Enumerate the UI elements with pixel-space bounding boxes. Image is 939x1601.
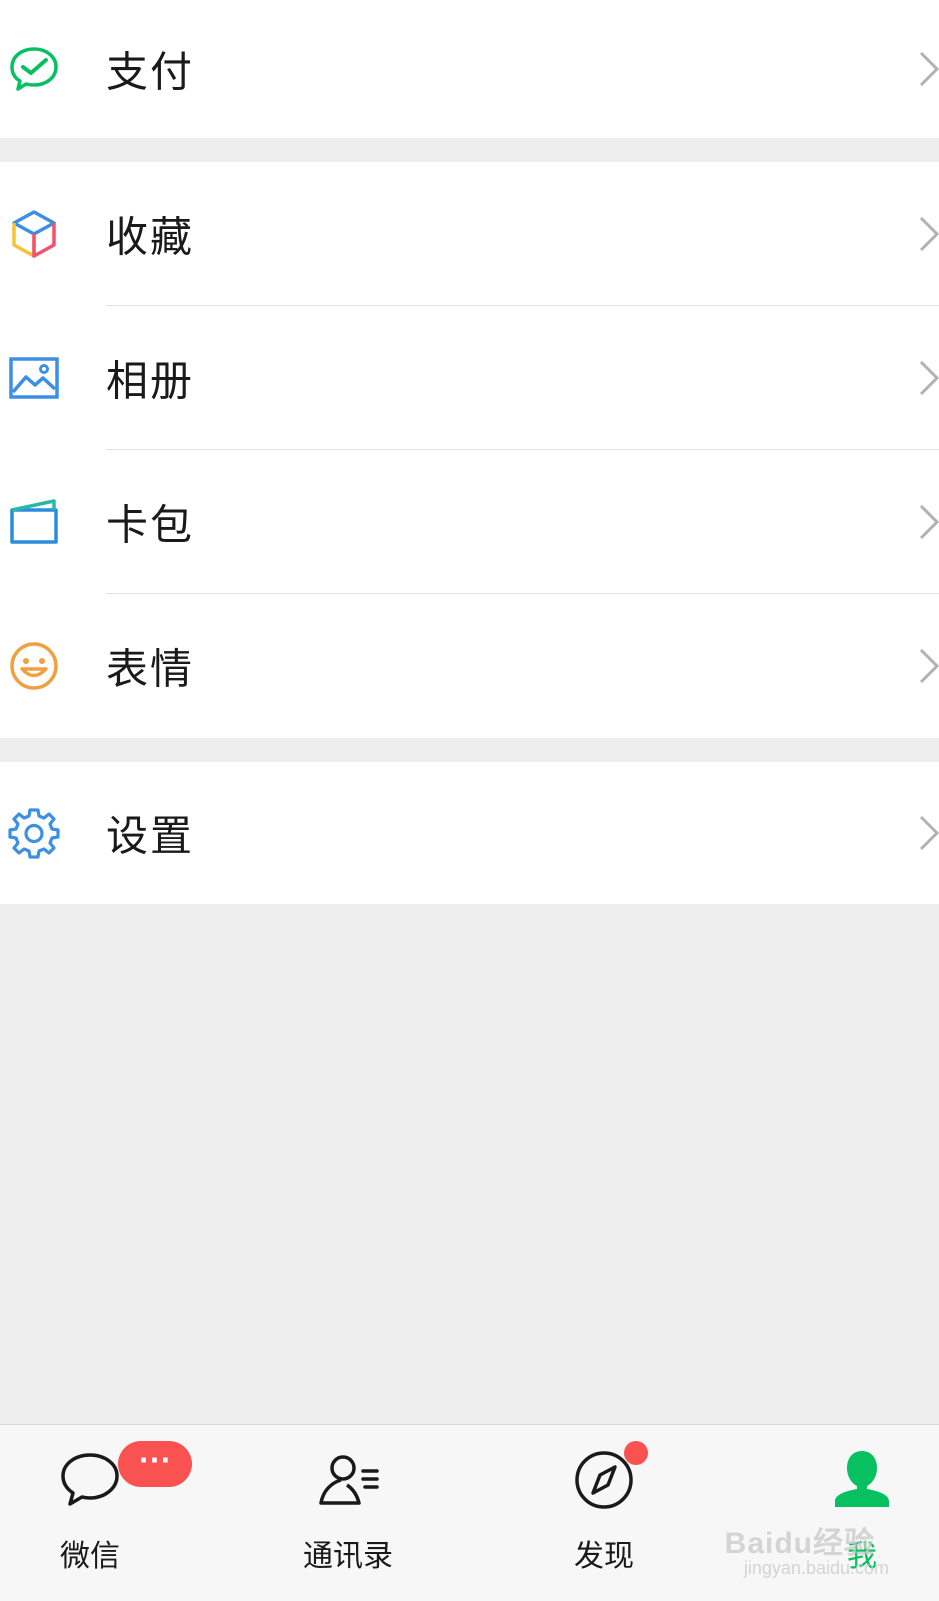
menu-item-label: 支付 [106,47,195,97]
tab-discover[interactable]: 发现 [524,1425,684,1601]
unread-badge: ··· [118,1441,192,1487]
menu-item-pay[interactable]: 支付 [0,0,939,138]
chevron-right-icon [915,813,939,853]
tab-label: 微信 [60,1539,120,1574]
menu-item-stickers[interactable]: 表情 [0,594,939,738]
card-wallet-icon [8,496,60,548]
smiley-face-icon [8,640,60,692]
album-picture-icon [8,352,60,404]
menu-item-album[interactable]: 相册 [0,306,939,450]
chevron-right-icon [915,358,939,398]
menu-group-pay: 支付 [0,0,939,138]
menu-item-card-wallet[interactable]: 卡包 [0,450,939,594]
chat-bubble-icon [55,1445,125,1515]
watermark-url: jingyan.baidu.com [743,1558,889,1578]
wechat-pay-icon [8,43,60,95]
menu-group-main: 收藏 相册 卡包 表情 [0,162,939,738]
me-page: 支付 收藏 相册 卡包 表情 设置 微信 ··· 通讯录 发现 我 Baidu经… [0,0,939,1601]
tab-chats[interactable]: 微信 ··· [10,1425,192,1601]
contacts-icon [313,1445,383,1515]
menu-item-label: 收藏 [106,212,195,262]
chevron-right-icon [915,49,939,89]
favorites-cube-icon [8,208,60,260]
menu-item-settings[interactable]: 设置 [0,762,939,904]
tab-contacts[interactable]: 通讯录 [268,1425,428,1601]
chevron-right-icon [915,214,939,254]
menu-item-label: 表情 [106,644,195,694]
gear-icon [8,807,60,859]
tab-label: 通讯录 [303,1539,393,1574]
menu-item-label: 设置 [106,811,195,861]
chevron-right-icon [915,502,939,542]
menu-item-favorites[interactable]: 收藏 [0,162,939,306]
menu-group-settings: 设置 [0,762,939,904]
person-icon [827,1445,897,1515]
discover-red-dot [624,1441,648,1465]
chevron-right-icon [915,646,939,686]
tab-label: 发现 [574,1539,634,1574]
watermark-logo: Baidu经验 [724,1527,875,1560]
menu-item-label: 相册 [106,356,195,406]
menu-item-label: 卡包 [106,500,195,550]
